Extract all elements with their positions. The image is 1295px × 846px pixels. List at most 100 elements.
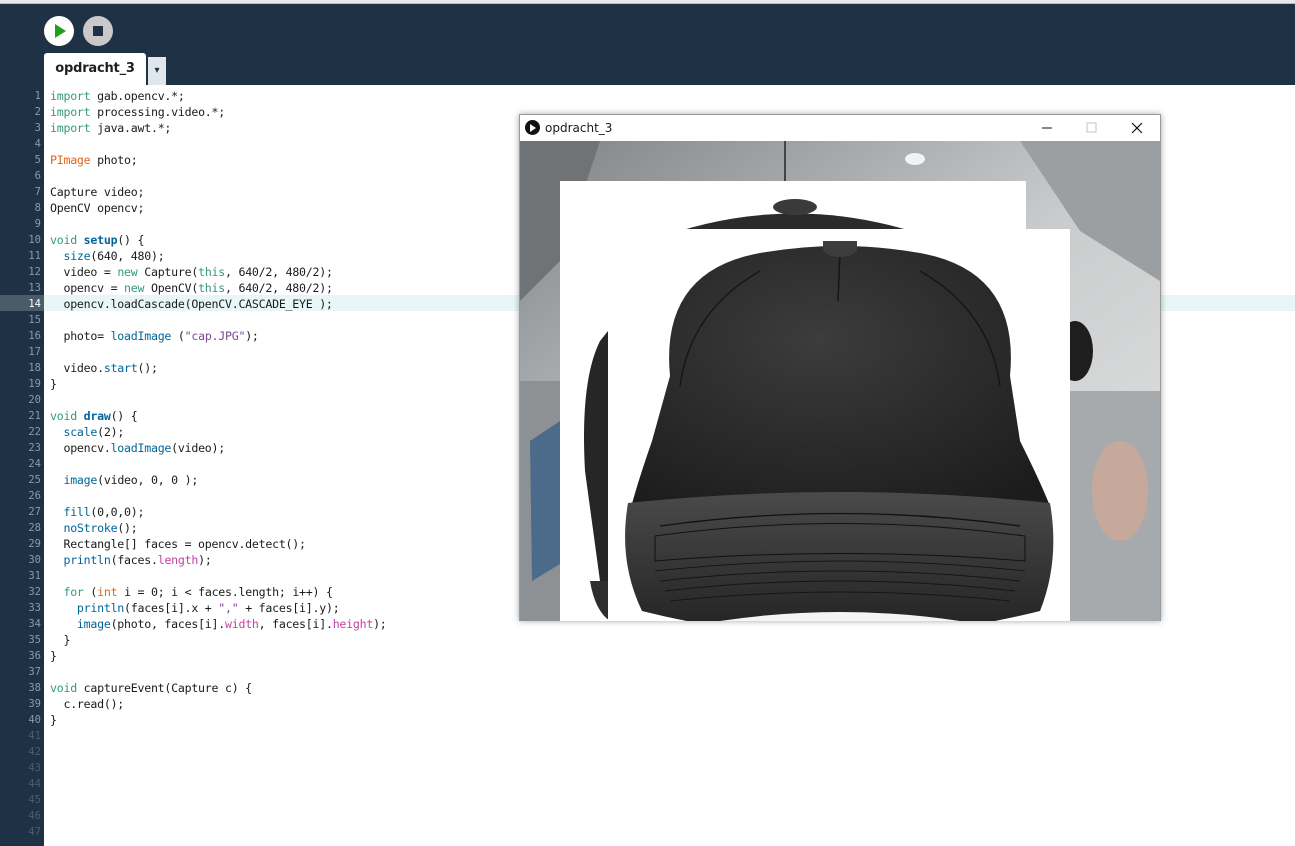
code-line[interactable] (50, 344, 550, 360)
code-token: import (50, 105, 91, 119)
sketch-window[interactable]: opdracht_3 (519, 114, 1161, 621)
minimize-button[interactable] (1024, 115, 1069, 141)
code-token: i = 0; i < faces.length; i++) { (117, 585, 333, 599)
code-line[interactable] (50, 216, 550, 232)
line-numbers: 1 2 3 4 5 6 7 8 9 10 11 12 13 14 15 16 1… (0, 88, 41, 840)
code-line[interactable]: } (50, 632, 550, 648)
line-number: 10 (28, 234, 41, 246)
code-token: (faces. (110, 553, 158, 567)
code-token: loadImage (110, 441, 172, 455)
line-number: 25 (28, 474, 41, 486)
code-line[interactable]: } (50, 376, 550, 392)
run-button[interactable] (44, 16, 74, 46)
code-line[interactable] (50, 392, 550, 408)
code-line[interactable]: Capture video; (50, 184, 550, 200)
code-line[interactable]: println(faces[i].x + "," + faces[i].y); (50, 600, 550, 616)
line-number: 31 (28, 570, 41, 582)
code-line[interactable]: void captureEvent(Capture c) { (50, 680, 550, 696)
code-line[interactable]: video = new Capture(this, 640/2, 480/2); (50, 264, 550, 280)
code-line[interactable] (50, 168, 550, 184)
code-token: java.awt.*; (90, 121, 172, 135)
code-line[interactable]: for (int i = 0; i < faces.length; i++) { (50, 584, 550, 600)
code-token: "cap.JPG" (184, 329, 246, 343)
code-line[interactable]: size(640, 480); (50, 248, 550, 264)
code-token: () { (117, 233, 145, 247)
line-number: 11 (28, 250, 41, 262)
minimize-icon (1042, 127, 1052, 129)
code-line[interactable]: noStroke(); (50, 520, 550, 536)
code-token: import (50, 89, 91, 103)
line-number: 19 (28, 378, 41, 390)
code-token: gab.opencv.*; (90, 89, 185, 103)
code-token: } (50, 649, 57, 663)
code-token: (); (117, 521, 138, 535)
code-line[interactable]: println(faces.length); (50, 552, 550, 568)
line-number: 23 (28, 442, 41, 454)
code-line[interactable]: image(video, 0, 0 ); (50, 472, 550, 488)
code-line[interactable]: opencv = new OpenCV(this, 640/2, 480/2); (50, 280, 550, 296)
code-line[interactable]: fill(0,0,0); (50, 504, 550, 520)
code-line[interactable] (50, 568, 550, 584)
code-token: void (50, 409, 77, 423)
code-line[interactable]: PImage photo; (50, 152, 550, 168)
code-line[interactable]: void setup() { (50, 232, 550, 248)
code-line[interactable] (50, 136, 550, 152)
code-token: fill (63, 505, 91, 519)
code-line[interactable]: OpenCV opencv; (50, 200, 550, 216)
code-line[interactable]: import java.awt.*; (50, 120, 550, 136)
code-token: int (97, 585, 118, 599)
line-number: 3 (34, 122, 41, 134)
code-line[interactable]: opencv.loadImage(video); (50, 440, 550, 456)
code-line[interactable] (50, 488, 550, 504)
code-token: draw (83, 409, 111, 423)
stop-button[interactable] (83, 16, 113, 46)
code-token: photo= (50, 329, 111, 343)
line-number: 22 (28, 426, 41, 438)
line-number: 35 (28, 634, 41, 646)
webcam-frame-with-cap-overlay (520, 141, 1160, 621)
tab-menu-dropdown[interactable]: ▾ (148, 57, 166, 85)
code-line[interactable]: } (50, 712, 550, 728)
code-token: OpenCV( (144, 281, 199, 295)
code-line[interactable]: opencv.loadCascade(OpenCV.CASCADE_EYE ); (50, 296, 550, 312)
code-lines[interactable]: import gab.opencv.*; import processing.vi… (50, 88, 550, 728)
code-token: this (198, 265, 226, 279)
code-token: println (63, 553, 111, 567)
code-line[interactable]: image(photo, faces[i].width, faces[i].he… (50, 616, 550, 632)
code-line[interactable]: import gab.opencv.*; (50, 88, 550, 104)
code-line[interactable] (50, 312, 550, 328)
code-line[interactable]: photo= loadImage ("cap.JPG"); (50, 328, 550, 344)
close-button[interactable] (1114, 115, 1159, 141)
code-line[interactable] (50, 456, 550, 472)
close-icon (1131, 122, 1143, 134)
code-line[interactable]: void draw() { (50, 408, 550, 424)
code-token: (2); (97, 425, 125, 439)
code-line[interactable]: Rectangle[] faces = opencv.detect(); (50, 536, 550, 552)
line-number: 18 (28, 362, 41, 374)
sketch-canvas[interactable] (520, 141, 1160, 621)
code-token: , 640/2, 480/2); (225, 265, 333, 279)
code-line[interactable]: c.read(); (50, 696, 550, 712)
code-token: (photo, faces[i]. (110, 617, 226, 631)
line-number: 45 (28, 794, 41, 806)
maximize-button[interactable] (1069, 115, 1114, 141)
code-line[interactable]: import processing.video.*; (50, 104, 550, 120)
play-icon (55, 24, 66, 38)
code-token: , faces[i]. (258, 617, 333, 631)
sketch-window-title: opdracht_3 (545, 121, 613, 135)
code-line[interactable] (50, 664, 550, 680)
tab-opdracht-3[interactable]: opdracht_3 (44, 53, 146, 85)
code-line[interactable]: video.start(); (50, 360, 550, 376)
code-line[interactable]: } (50, 648, 550, 664)
line-number: 24 (28, 458, 41, 470)
code-token: height (332, 617, 374, 631)
sketch-titlebar[interactable]: opdracht_3 (520, 115, 1160, 141)
code-line[interactable]: scale(2); (50, 424, 550, 440)
